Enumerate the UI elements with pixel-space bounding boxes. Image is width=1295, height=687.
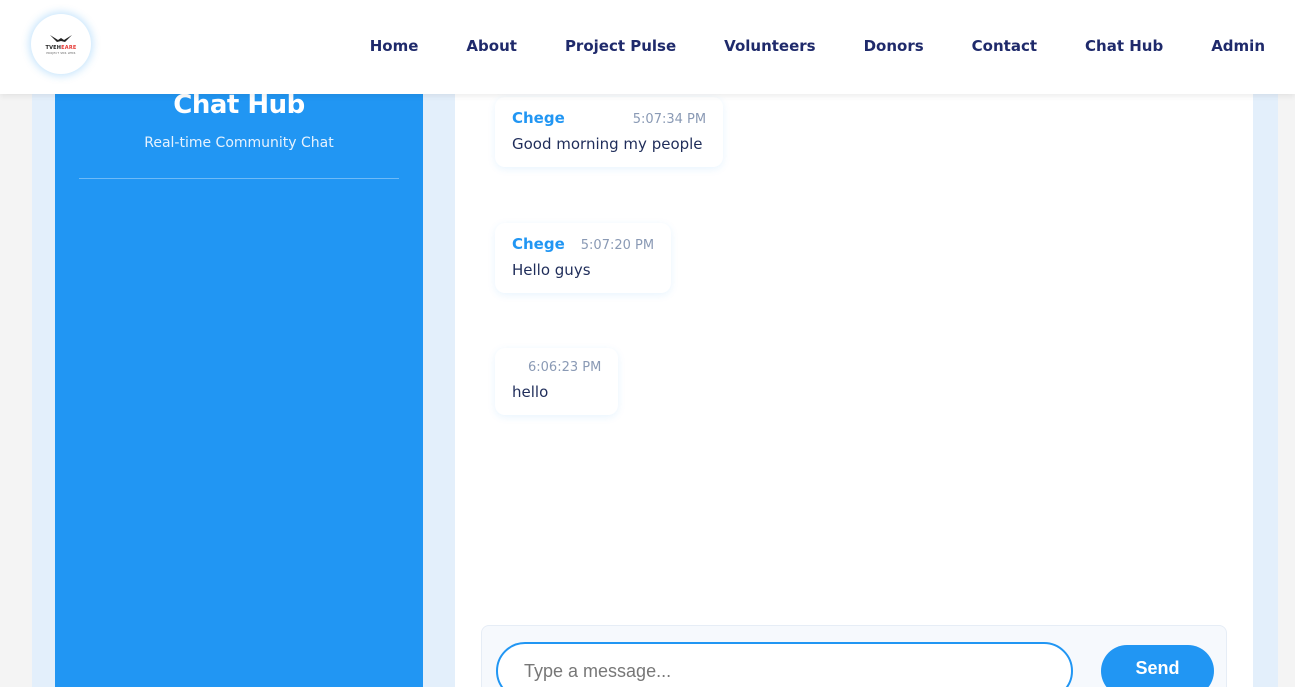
nav-contact[interactable]: Contact — [972, 37, 1037, 55]
nav-project-pulse[interactable]: Project Pulse — [565, 37, 676, 55]
message-text: Hello guys — [512, 261, 591, 279]
message-sender: Chege — [512, 235, 565, 253]
chat-message: Chege 5:07:20 PM Hello guys — [495, 223, 672, 293]
main-nav: Home About Project Pulse Volunteers Dono… — [322, 37, 1265, 55]
sidebar-subtitle: Real-time Community Chat — [144, 135, 334, 151]
site-header: TVEHEARE PROJECT SMS LEMS Home About Pro… — [0, 0, 1295, 94]
chat-sidebar: Chat Hub Real-time Community Chat — [55, 60, 423, 687]
sidebar-title: Chat Hub — [173, 90, 305, 120]
message-sender: Chege — [512, 109, 565, 127]
sidebar-divider — [79, 178, 399, 179]
send-button[interactable]: Send — [1101, 645, 1214, 687]
message-text: Good morning my people — [512, 135, 703, 153]
site-logo[interactable]: TVEHEARE PROJECT SMS LEMS — [31, 14, 91, 74]
logo-wordmark: TVEHEARE — [45, 44, 77, 51]
message-composer: Send — [481, 625, 1227, 687]
chat-messages-panel[interactable]: Chege 5:07:34 PM Good morning my people … — [455, 60, 1253, 687]
nav-donors[interactable]: Donors — [864, 37, 924, 55]
chat-message: 6:06:23 PM hello — [495, 348, 619, 415]
message-text: hello — [512, 383, 549, 401]
logo-tagline: PROJECT SMS LEMS — [46, 51, 76, 55]
nav-home[interactable]: Home — [370, 37, 419, 55]
nav-admin[interactable]: Admin — [1211, 37, 1265, 55]
message-timestamp: 5:07:34 PM — [632, 112, 707, 127]
message-timestamp: 6:06:23 PM — [528, 360, 602, 375]
eagle-icon — [50, 34, 72, 42]
chat-message: Chege 5:07:34 PM Good morning my people — [495, 97, 724, 167]
nav-volunteers[interactable]: Volunteers — [724, 37, 815, 55]
nav-about[interactable]: About — [466, 37, 517, 55]
message-input[interactable] — [496, 642, 1073, 687]
nav-chat-hub[interactable]: Chat Hub — [1085, 37, 1163, 55]
message-timestamp: 5:07:20 PM — [580, 238, 655, 253]
